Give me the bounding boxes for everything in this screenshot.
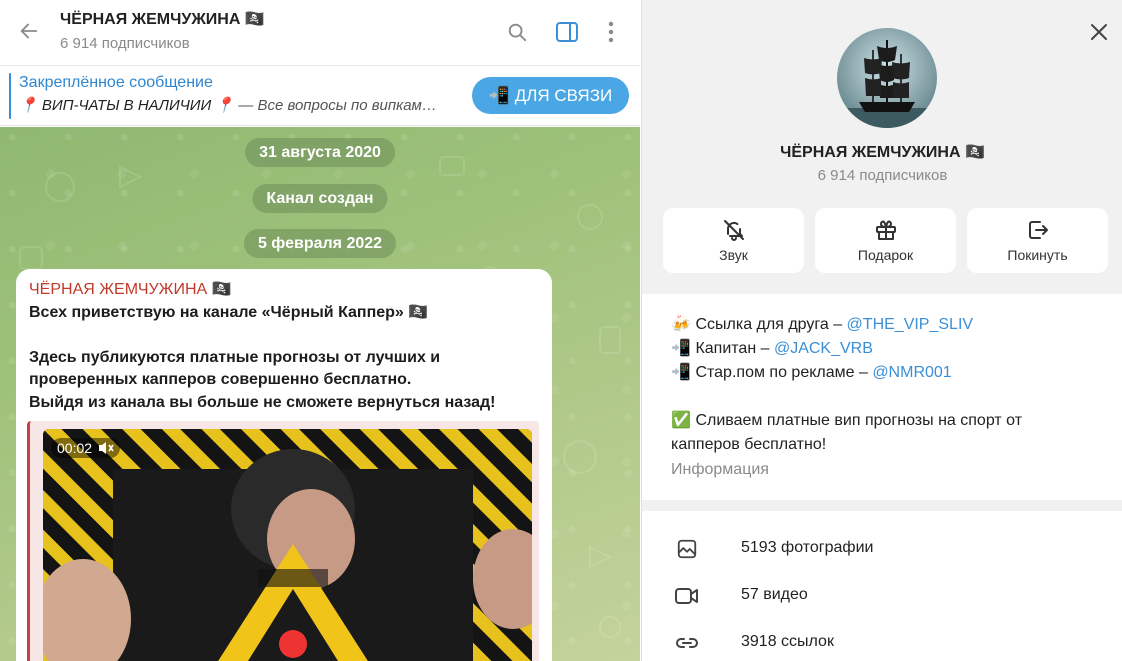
pinned-message[interactable]: Закреплённое сообщение 📍 ВИП-ЧАТЫ В НАЛИ… [0, 66, 640, 126]
chat-header: ЧЁРНАЯ ЖЕМЧУЖИНА 🏴‍☠️ 6 914 подписчиков [0, 0, 640, 66]
captain-line: 📲 Капитан – @JACK_VRB [671, 337, 873, 361]
chat-column: ЧЁРНАЯ ЖЕМЧУЖИНА 🏴‍☠️ 6 914 подписчиков … [0, 0, 640, 661]
info-caption: Информация [671, 461, 769, 478]
contact-button[interactable]: 📲 ДЛЯ СВЯЗИ [472, 77, 629, 114]
channel-info-panel: ЧЁРНАЯ ЖЕМЧУЖИНА 🏴‍☠️ 6 914 подписчиков … [641, 0, 1122, 661]
ads-line: 📲 Стар.пом по рекламе – @NMR001 [671, 361, 952, 385]
links-count: 3918 ссылок [741, 633, 834, 650]
phone-emoji: 📲 [671, 340, 691, 357]
message-author[interactable]: ЧЁРНАЯ ЖЕМЧУЖИНА 🏴‍☠️ [29, 279, 232, 299]
gift-icon [875, 220, 896, 240]
channel-avatar[interactable] [837, 28, 937, 128]
message-line: Здесь публикуются платные прогнозы от лу… [29, 348, 441, 366]
leave-button[interactable]: Покинуть [967, 208, 1108, 273]
bell-off-icon [723, 220, 744, 241]
check-emoji: ✅ [671, 412, 691, 429]
date-divider: 31 августа 2020 [245, 138, 395, 167]
muted-icon[interactable] [98, 441, 114, 455]
channel-description: 🍻 Ссылка для друга – @THE_VIP_SLIV 📲 Кап… [642, 294, 1122, 500]
sidebar-icon [556, 22, 578, 42]
video-icon [675, 588, 698, 604]
more-vertical-icon [608, 21, 614, 43]
video-duration: 00:02 [51, 438, 121, 458]
search-icon [508, 23, 527, 42]
chat-title[interactable]: ЧЁРНАЯ ЖЕМЧУЖИНА 🏴‍☠️ [60, 9, 265, 29]
gift-button[interactable]: Подарок [815, 208, 956, 273]
description-text: Сливаем платные вип прогнозы на спорт от [695, 412, 1023, 429]
links-row[interactable]: 3918 ссылок [642, 620, 1122, 661]
friend-link[interactable]: @THE_VIP_SLIV [847, 316, 974, 333]
chat-subscribers: 6 914 подписчиков [60, 35, 190, 52]
media-quote: 00:02 [27, 421, 539, 661]
video-preview[interactable]: 00:02 [43, 429, 532, 661]
arrow-left-icon [20, 23, 38, 39]
ads-link[interactable]: @NMR001 [872, 364, 951, 381]
video-thumbnail-image [43, 429, 532, 661]
pinned-text: 📍 ВИП-ЧАТЫ В НАЛИЧИИ 📍 — Все вопросы по … [19, 96, 459, 114]
message-line: Всех приветствую на канале «Чёрный Каппе… [29, 304, 429, 321]
leave-icon [1028, 221, 1048, 239]
video-time: 00:02 [57, 440, 93, 456]
channel-subscribers: 6 914 подписчиков [817, 167, 948, 184]
photos-row[interactable]: 5193 фотографии [642, 526, 1122, 572]
sound-button[interactable]: Звук [663, 208, 804, 273]
close-icon [1091, 24, 1107, 40]
message-bubble[interactable]: ЧЁРНАЯ ЖЕМЧУЖИНА 🏴‍☠️ Всех приветствую н… [16, 269, 552, 661]
description-line: капперов бесплатно! [671, 436, 827, 453]
leave-label: Покинуть [1007, 247, 1068, 263]
pinned-title: Закреплённое сообщение [19, 74, 213, 91]
message-line: проверенных капперов совершенно бесплатн… [29, 371, 412, 388]
friend-link-line: 🍻 Ссылка для друга – @THE_VIP_SLIV [671, 313, 973, 337]
pinned-indicator [9, 73, 11, 119]
message-line: Выйдя из канала вы больше не сможете вер… [29, 393, 496, 411]
pinned-text-main: 📍 ВИП-ЧАТЫ В НАЛИЧИИ 📍 [19, 97, 235, 114]
ship-avatar-image [837, 28, 937, 128]
photo-icon [677, 539, 697, 559]
message-text: Всех приветствую на канале «Чёрный Каппе… [29, 302, 539, 414]
pinned-text-rest: — Все вопросы по випкам… [234, 97, 437, 114]
toggle-sidebar-button[interactable] [553, 18, 581, 46]
close-panel-button[interactable] [1086, 19, 1112, 45]
beer-emoji: 🍻 [671, 316, 691, 333]
videos-row[interactable]: 57 видео [642, 573, 1122, 619]
date-divider: 5 февраля 2022 [243, 229, 397, 258]
videos-count: 57 видео [741, 586, 808, 603]
photos-count: 5193 фотографии [741, 539, 874, 556]
friend-link-label: Ссылка для друга – [695, 316, 847, 333]
service-message: Канал создан [252, 184, 388, 213]
phone-emoji: 📲 [671, 364, 691, 381]
channel-title: ЧЁРНАЯ ЖЕМЧУЖИНА 🏴‍☠️ [780, 144, 985, 161]
link-icon [676, 638, 698, 648]
sound-label: Звук [719, 247, 748, 263]
ads-label: Стар.пом по рекламе – [695, 364, 873, 381]
captain-label: Капитан – [695, 340, 774, 357]
more-button[interactable] [597, 18, 625, 46]
search-button[interactable] [503, 18, 531, 46]
media-stats: 5193 фотографии 57 видео 3918 ссылок [642, 511, 1122, 661]
back-button[interactable] [14, 16, 44, 46]
description-line: ✅ Сливаем платные вип прогнозы на спорт … [671, 409, 1022, 433]
captain-link[interactable]: @JACK_VRB [774, 340, 873, 357]
gift-label: Подарок [857, 247, 914, 263]
